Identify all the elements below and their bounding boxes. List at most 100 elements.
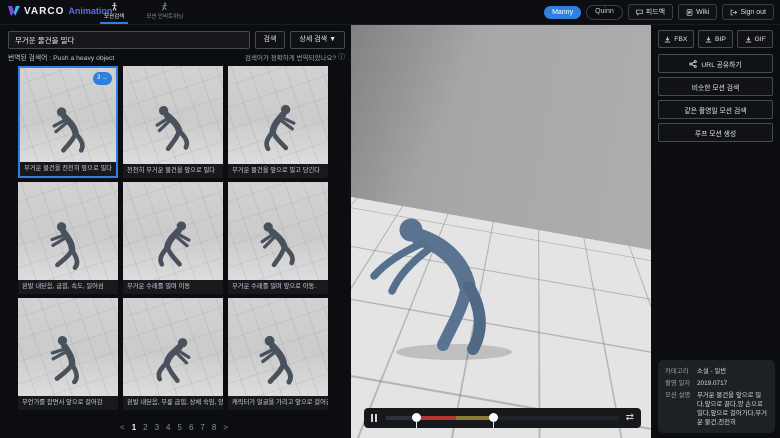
pagination-page-8[interactable]: 8 (212, 423, 216, 432)
motion-preview-image (228, 182, 328, 280)
motion-caption: 왼발 내딛음, 무릎 굽힘, 상체 숙임, 양손 뻗음 (123, 396, 223, 410)
character-figure-icon (249, 95, 308, 154)
top-bar: VARCO Animation 모션검색 모션 인비트위닝 Manny (0, 0, 780, 25)
pagination-page-1[interactable]: 1 (132, 423, 136, 432)
timeline-segment (493, 416, 619, 420)
motion-thumbnail[interactable]: 천천히 무거운 물건을 앞으로 밀다 (123, 66, 223, 178)
info-icon: ⓘ (338, 52, 345, 62)
motion-3d-viewport[interactable]: ⇄ (351, 24, 651, 438)
character-model (359, 192, 534, 367)
motion-preview-image (18, 298, 118, 396)
download-icon (664, 36, 671, 43)
feedback-button[interactable]: 피드백 (628, 4, 673, 20)
character-figure-icon (143, 326, 204, 387)
motion-thumbnail[interactable]: 왼발 내딛음, 무릎 굽힘, 상체 숙임, 양손 뻗음 (123, 298, 223, 410)
motion-preview-image (123, 298, 223, 396)
character-figure-icon (247, 209, 309, 271)
timeline-track[interactable] (386, 416, 619, 420)
download-fbx-button[interactable]: FBX (658, 30, 694, 48)
motion-thumbnail[interactable]: 무거운 물건을 앞으로 밀고 당긴다 (228, 66, 328, 178)
motion-caption: 왼발 내딛음, 굽힘, 속도, 일어섬 (18, 280, 118, 294)
tab-label: 모션 인비트위닝 (146, 12, 183, 20)
main-tabs: 모션검색 모션 인비트위닝 (100, 0, 187, 24)
varco-logo-icon (8, 5, 20, 17)
motion-caption: 무거운 물건을 천천히 앞으로 밀다 (20, 162, 116, 176)
advanced-search-button[interactable]: 상세 검색 ▼ (290, 31, 345, 49)
tab-motion-inbetweening[interactable]: 모션 인비트위닝 (142, 0, 187, 24)
motion-thumbnail[interactable]: 무거운 수레를 밀며 앞으로 이동. (228, 182, 328, 294)
pause-button[interactable] (371, 413, 379, 423)
search-results-panel: 검색 상세 검색 ▼ 번역된 검색어 : Push a heavy object… (0, 24, 351, 438)
download-icon (705, 36, 712, 43)
sign-out-button[interactable]: Sign out (722, 4, 774, 20)
trim-start-handle[interactable] (412, 413, 421, 422)
motion-caption: 무거운 수레를 밀며 이동 (123, 280, 223, 294)
motion-caption: 캐릭터가 얼굴을 가리고 앞으로 걸어간다 (228, 396, 328, 410)
info-row-shoot-date: 촬영 일자 2019.0717 (665, 379, 768, 388)
pagination-prev[interactable]: < (120, 423, 125, 432)
character-toggle-manny[interactable]: Manny (544, 6, 581, 19)
pagination-page-4[interactable]: 4 (166, 423, 170, 432)
motion-caption: 천천히 무거운 물건을 앞으로 밀다 (123, 164, 223, 178)
person-running-icon (160, 2, 169, 11)
share-icon (689, 60, 697, 68)
motion-caption: 무언가를 잡면서 앞으로 걸어감 (18, 396, 118, 410)
motion-preview-image (18, 182, 118, 280)
download-buttons-row: FBX BIP GIF (658, 30, 773, 48)
share-url-button[interactable]: URL 공유하기 (658, 54, 773, 73)
send-to-viewer-badge[interactable]: 3 → (93, 72, 112, 85)
speech-bubble-icon (636, 9, 643, 16)
trim-end-handle[interactable] (489, 413, 498, 422)
pagination-page-6[interactable]: 6 (189, 423, 193, 432)
shoot-date-label: 촬영 일자 (665, 379, 697, 388)
person-standing-icon (110, 2, 119, 11)
character-figure-icon (145, 212, 201, 268)
motion-thumbnail[interactable]: 무거운 수레를 밀며 이동 (123, 182, 223, 294)
motion-thumbnail[interactable]: 무언가를 잡면서 앞으로 걸어감 (18, 298, 118, 410)
character-figure-icon (42, 98, 98, 154)
character-toggle-quinn[interactable]: Quinn (586, 5, 623, 20)
download-icon (745, 36, 752, 43)
character-figure-icon (143, 94, 203, 154)
pagination-page-5[interactable]: 5 (178, 423, 182, 432)
loop-motion-generate-button[interactable]: 루프 모션 생성 (658, 123, 773, 142)
motion-caption: 무거운 물건을 앞으로 밀고 당긴다 (228, 164, 328, 178)
search-info-row: 번역된 검색어 : Push a heavy object 검색어가 정확하게 … (8, 52, 345, 62)
category-value: 소설 - 일반 (697, 367, 768, 376)
pagination-next[interactable]: > (223, 423, 228, 432)
tab-motion-search[interactable]: 모션검색 (100, 0, 128, 24)
info-row-description: 모션 설명 무거운 물건을 앞으로 밀다,앞으로 끌다,양 손으로 밀다,앞으로… (665, 391, 768, 427)
action-sidebar: FBX BIP GIF URL 공유하기 비슷한 모 (651, 24, 780, 438)
motion-thumbnail[interactable]: 3 → 무거운 물건을 천천히 앞으로 밀다 (18, 66, 118, 178)
search-input[interactable] (8, 31, 250, 49)
motion-thumbnail[interactable]: 왼발 내딛음, 굽힘, 속도, 일어섬 (18, 182, 118, 294)
download-gif-button[interactable]: GIF (737, 30, 773, 48)
translated-query-label: 번역된 검색어 : Push a heavy object (8, 52, 114, 62)
same-shoot-date-search-button[interactable]: 같은 촬영일 모션 검색 (658, 100, 773, 119)
motion-thumbnail[interactable]: 캐릭터가 얼굴을 가리고 앞으로 걸어간다 (228, 298, 328, 410)
character-figure-icon (35, 323, 101, 389)
repeat-icon[interactable]: ⇄ (626, 413, 634, 423)
download-bip-button[interactable]: BIP (698, 30, 734, 48)
playback-timeline: ⇄ (364, 408, 641, 428)
document-icon (686, 9, 693, 16)
category-label: 카테고리 (665, 367, 697, 376)
brand-name: VARCO (24, 6, 64, 17)
character-figure-icon (247, 325, 308, 386)
pagination-page-3[interactable]: 3 (155, 423, 159, 432)
wiki-button[interactable]: Wiki (678, 4, 717, 20)
pagination-page-7[interactable]: 7 (200, 423, 204, 432)
brand-logo[interactable]: VARCO Animation (8, 5, 112, 17)
translation-accuracy-prompt[interactable]: 검색어가 정확하게 번역되었나요? ⓘ (245, 52, 345, 62)
search-button[interactable]: 검색 (255, 31, 286, 49)
top-right-actions: Manny Quinn 피드백 Wiki Sign out (544, 4, 774, 20)
similar-motion-search-button[interactable]: 비슷한 모션 검색 (658, 77, 773, 96)
description-label: 모션 설명 (665, 391, 697, 427)
motion-info-card: 카테고리 소설 - 일반 촬영 일자 2019.0717 모션 설명 무거운 물… (658, 360, 775, 433)
pagination-page-2[interactable]: 2 (143, 423, 147, 432)
motion-preview-image (123, 182, 223, 280)
motion-preview-image (228, 66, 328, 164)
search-row: 검색 상세 검색 ▼ (8, 31, 345, 47)
motion-preview-image (228, 298, 328, 396)
tab-label: 모션검색 (104, 12, 124, 20)
